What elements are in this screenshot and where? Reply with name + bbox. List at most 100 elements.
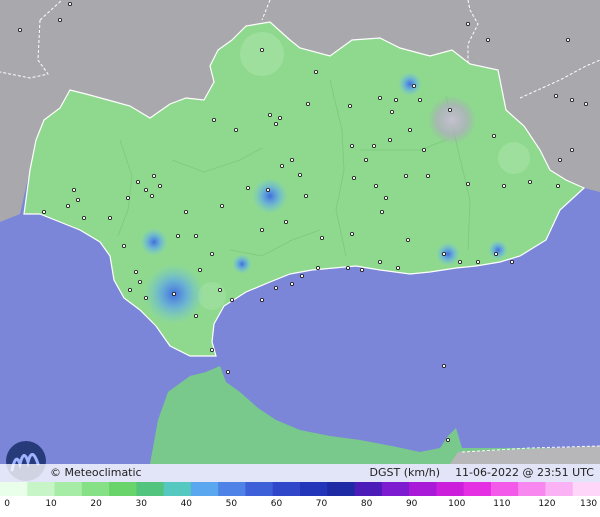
station-marker [421,147,426,152]
station-marker [143,295,148,300]
station-marker [283,219,288,224]
station-marker [445,437,450,442]
legend-tick-label: 0 [4,499,11,509]
legend-tick-label: 90 [405,499,418,509]
station-marker [193,233,198,238]
station-marker [149,193,154,198]
station-marker [245,185,250,190]
legend-swatch [518,482,547,496]
station-marker [211,118,216,123]
station-marker [554,94,559,99]
gust-hotspot [436,242,460,266]
legend-swatch [245,482,274,496]
map-canvas [0,0,600,481]
station-marker [377,96,382,101]
legend-swatch [436,482,465,496]
station-marker [297,172,302,177]
station-marker [359,267,364,272]
station-marker [126,195,131,200]
legend-swatch [463,482,492,496]
station-marker [135,179,140,184]
station-marker [42,209,47,214]
station-marker [349,143,354,148]
station-marker [133,269,138,274]
station-marker [197,267,202,272]
station-marker [313,70,318,75]
station-marker [465,21,470,26]
station-marker [425,173,430,178]
station-marker [351,175,356,180]
station-marker [441,251,446,256]
station-marker [225,369,230,374]
station-marker [509,259,514,264]
legend-swatch [27,482,56,496]
gust-hotspot [232,254,252,274]
station-marker [371,143,376,148]
station-marker [457,259,462,264]
station-marker [175,233,180,238]
station-marker [219,203,224,208]
station-marker [417,98,422,103]
copyright-symbol: © [50,466,61,479]
station-marker [289,157,294,162]
station-marker [259,297,264,302]
station-marker [403,173,408,178]
station-marker [66,203,71,208]
datetime-label: 11-06-2022 @ 23:51 UTC [455,466,594,479]
legend-color-bar [0,482,600,496]
station-marker [570,147,575,152]
station-marker [279,163,284,168]
station-marker [528,179,533,184]
legend-swatch [409,482,437,496]
station-marker [157,183,162,188]
gust-hotspot [428,96,476,144]
station-marker [373,183,378,188]
station-marker [491,133,496,138]
legend-swatch [490,482,519,496]
legend-swatch [136,482,165,496]
station-marker [217,287,222,292]
legend-swatch [81,482,110,496]
station-marker [305,102,310,107]
legend-swatch [354,482,383,496]
station-marker [58,17,63,22]
legend-swatch [327,482,356,496]
station-marker [143,187,148,192]
station-marker [209,347,214,352]
station-marker [299,273,304,278]
station-marker [465,181,470,186]
station-marker [277,116,282,121]
station-marker [229,297,234,302]
legend-tick-label: 30 [135,499,147,509]
legend-tick-label: 130 [579,499,598,509]
legend-tick-label: 80 [360,499,373,509]
station-marker [387,137,392,142]
station-marker [347,104,352,109]
legend-swatch [163,482,192,496]
legend-swatch [54,482,83,496]
station-marker [383,195,388,200]
station-marker [566,38,571,43]
legend-swatch [190,482,219,496]
station-marker [273,122,278,127]
variable-and-time: DGST (km/h) 11-06-2022 @ 23:51 UTC [370,466,594,479]
legend-swatch [272,482,301,496]
station-marker [349,231,354,236]
legend-swatch [218,482,247,496]
legend-swatch [545,482,574,496]
station-marker [108,215,113,220]
station-marker [441,363,446,368]
station-marker [501,183,506,188]
station-marker [267,113,272,118]
station-marker [193,313,198,318]
station-marker [570,98,575,103]
gust-hotspot [398,72,422,96]
legend-swatch [109,482,137,496]
station-marker [556,183,561,188]
station-marker [405,237,410,242]
station-marker [493,251,498,256]
station-marker [233,127,238,132]
legend-swatch [572,482,600,496]
station-marker [389,110,394,115]
station-marker [411,84,416,89]
